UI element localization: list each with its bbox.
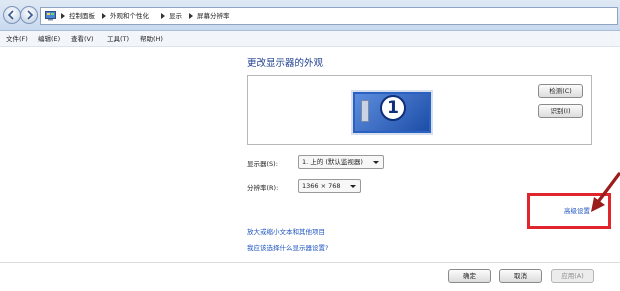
breadcrumb-screen-resolution[interactable]: 屏幕分辨率 [197, 8, 230, 24]
display-select-value: 1. 上的 (默认监视器) [302, 158, 363, 166]
display-settings-help-link[interactable]: 我应该选择什么显示器设置? [247, 242, 328, 252]
breadcrumb-separator-icon [102, 13, 106, 19]
resolution-select[interactable]: 1366 × 768 [298, 179, 361, 193]
text-size-link[interactable]: 放大或缩小文本和其他项目 [247, 226, 325, 236]
menu-view[interactable]: 查看(V) [71, 33, 94, 45]
ok-button[interactable]: 确定 [448, 269, 491, 283]
resolution-label: 分辨率(R): [247, 184, 279, 192]
breadcrumb-control-panel[interactable]: 控制面板 [69, 8, 95, 24]
menu-edit[interactable]: 编辑(E) [38, 33, 60, 45]
breadcrumb-separator-icon [189, 13, 193, 19]
menu-file[interactable]: 文件(F) [6, 33, 28, 45]
control-panel-icon [45, 11, 56, 21]
annotation-arrow-icon [591, 172, 620, 212]
forward-button[interactable] [20, 6, 38, 24]
monitor-preview-panel: 1 检测(C) 识别(I) [247, 75, 592, 145]
breadcrumb-separator-icon [61, 13, 65, 19]
menu-bar: 文件(F) 编辑(E) 查看(V) 工具(T) 帮助(H) [0, 31, 620, 47]
title-bar: 控制面板 外观和个性化 显示 屏幕分辨率 [0, 0, 620, 31]
display-label: 显示器(S): [247, 160, 278, 168]
breadcrumb-display[interactable]: 显示 [169, 8, 182, 24]
detect-button[interactable]: 检测(C) [538, 84, 583, 98]
address-bar[interactable]: 控制面板 外观和个性化 显示 屏幕分辨率 [40, 7, 618, 25]
menu-tools[interactable]: 工具(T) [107, 33, 129, 45]
chevron-down-icon [373, 161, 379, 164]
monitor-number-badge: 1 [380, 95, 406, 121]
chevron-down-icon [350, 185, 356, 188]
identify-button[interactable]: 识别(I) [538, 104, 583, 118]
computer-tower-icon [361, 100, 369, 122]
forward-arrow-icon [27, 10, 34, 20]
monitor-screen: 1 [355, 94, 429, 131]
monitor-tile[interactable]: 1 [351, 90, 433, 135]
display-select[interactable]: 1. 上的 (默认监视器) [298, 155, 384, 169]
breadcrumb-appearance[interactable]: 外观和个性化 [110, 8, 149, 24]
back-button[interactable] [3, 6, 21, 24]
apply-button[interactable]: 应用(A) [551, 269, 594, 283]
breadcrumb-separator-icon [161, 13, 165, 19]
menu-help[interactable]: 帮助(H) [140, 33, 163, 45]
resolution-select-value: 1366 × 768 [302, 182, 341, 190]
cancel-button[interactable]: 取消 [499, 269, 542, 283]
back-arrow-icon [7, 10, 14, 20]
footer-divider [0, 262, 620, 263]
page-title: 更改显示器的外观 [247, 58, 324, 69]
